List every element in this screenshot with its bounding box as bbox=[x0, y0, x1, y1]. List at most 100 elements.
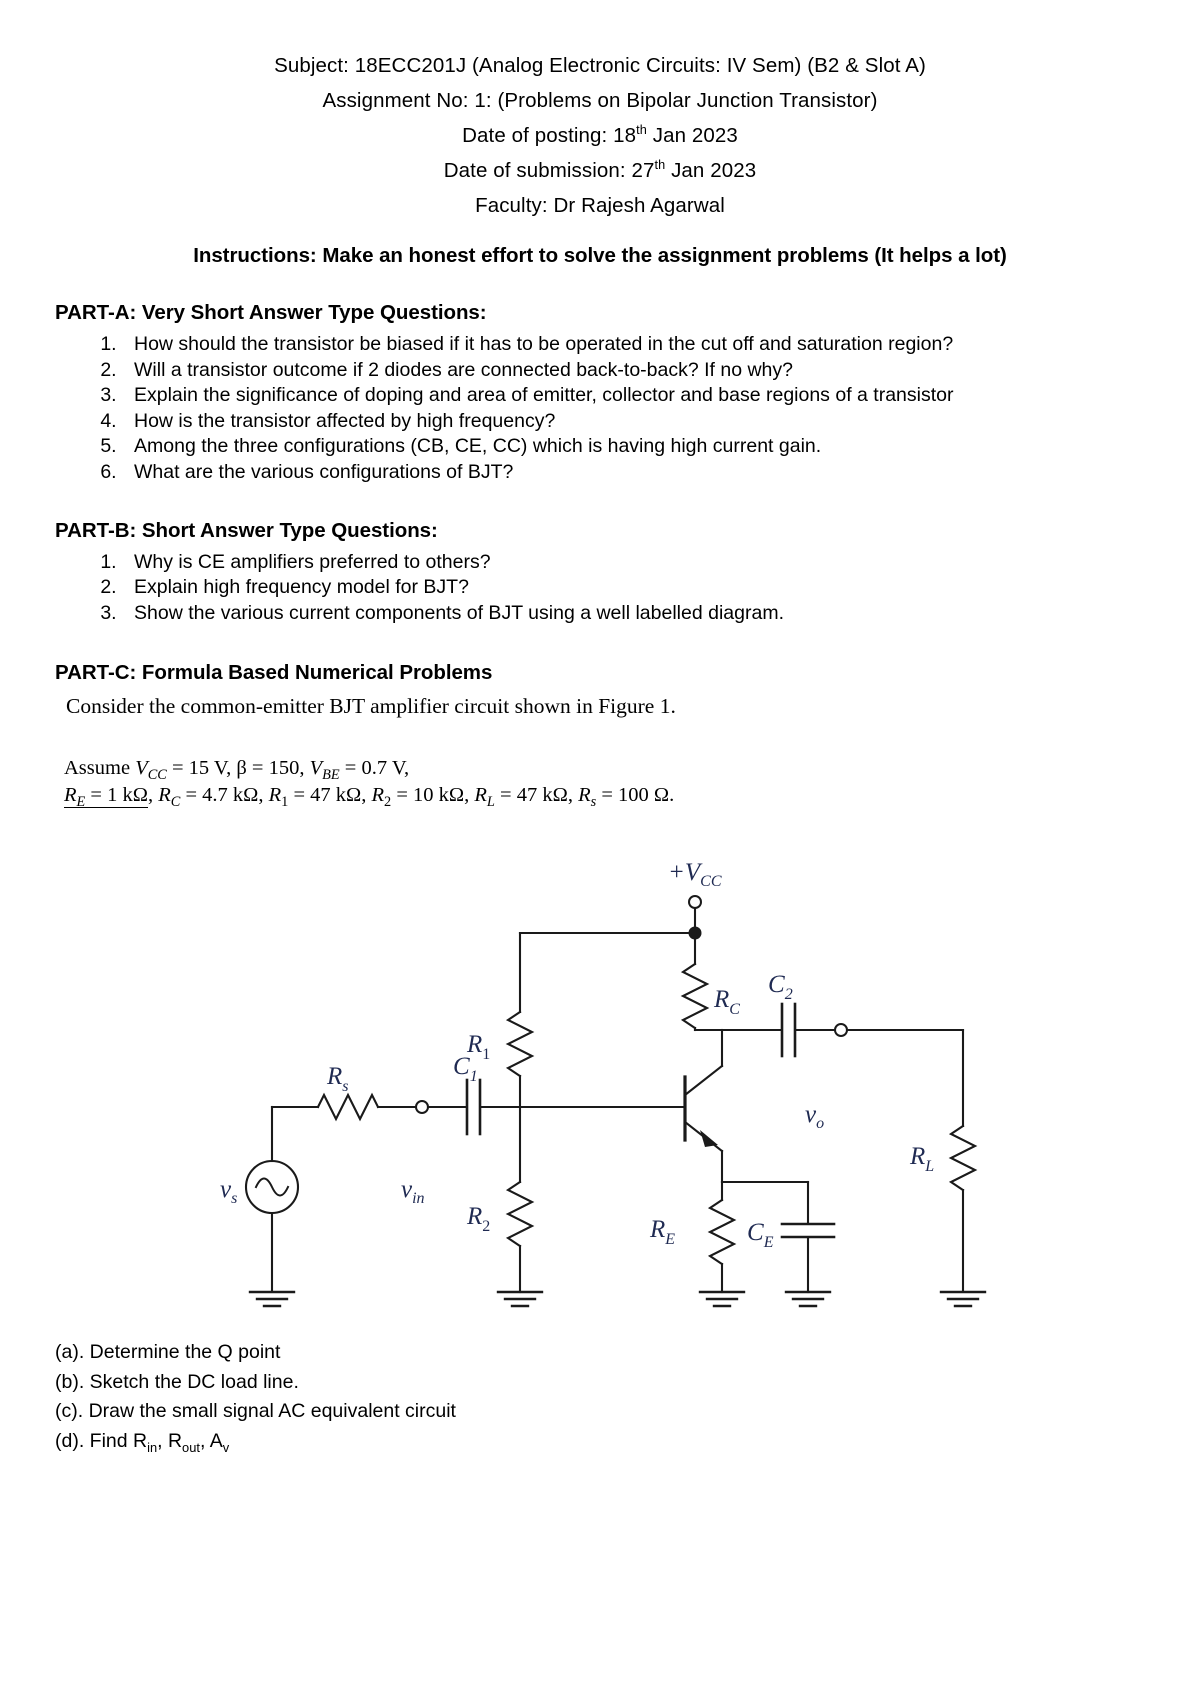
label-vin-sub: in bbox=[412, 1190, 424, 1207]
sub-d-mid2: , A bbox=[199, 1429, 223, 1452]
sub-question-d: (d). Find Rin, Rout, Av bbox=[55, 1427, 755, 1457]
assume-prefix: Assume bbox=[64, 757, 136, 780]
list-item: How is the transistor affected by high f… bbox=[122, 409, 1200, 435]
label-re-sub: E bbox=[664, 1231, 675, 1248]
document-header: Subject: 18ECC201J (Analog Electronic Ci… bbox=[0, 0, 1200, 268]
rc-resistor-zigzag bbox=[680, 962, 710, 1030]
label-rs: Rs bbox=[326, 1063, 349, 1095]
r1-value: = 47 kΩ bbox=[288, 784, 362, 807]
label-r2-sub: 2 bbox=[482, 1218, 490, 1235]
vin-terminal-node bbox=[415, 1100, 429, 1114]
posting-label: Date of posting: 18 bbox=[462, 124, 637, 147]
label-ce-sub: E bbox=[763, 1234, 774, 1251]
label-c2-main: C bbox=[768, 971, 785, 998]
re-subscript: E bbox=[76, 794, 86, 811]
sub-question-a: (a). Determine the Q point bbox=[55, 1341, 281, 1363]
label-vcc-sub: CC bbox=[700, 873, 722, 890]
label-rc-main: R bbox=[713, 986, 729, 1013]
list-item: Show the various current components of B… bbox=[122, 601, 1200, 627]
label-rs-main: R bbox=[326, 1063, 342, 1090]
re-value: = 1 kΩ bbox=[85, 784, 148, 807]
sub-d-sub-in: in bbox=[147, 1439, 158, 1455]
label-vo: vo bbox=[805, 1101, 824, 1132]
vcc-terminal-node bbox=[688, 895, 702, 909]
r1-resistor-zigzag bbox=[505, 1010, 535, 1078]
sep-3: , bbox=[361, 784, 372, 807]
sub-question-b: (b). Sketch the DC load line. bbox=[55, 1370, 299, 1393]
r2-value: = 10 kΩ bbox=[391, 784, 465, 807]
assignment-no-line: Assignment No: 1: (Problems on Bipolar J… bbox=[322, 89, 878, 112]
label-c1-sub: 1 bbox=[470, 1068, 478, 1085]
sub-d-sub-out: out bbox=[182, 1439, 200, 1455]
assume-second-line: RE = 1 kΩ, RC = 4.7 kΩ, R1 = 47 kΩ, R2 =… bbox=[64, 782, 1200, 811]
label-vin: vin bbox=[401, 1176, 425, 1207]
beta-value: β = 150, bbox=[236, 757, 310, 780]
label-rs-sub: s bbox=[342, 1078, 348, 1095]
posting-ordinal: th bbox=[636, 122, 647, 138]
vcc-value: = 15 V, bbox=[166, 757, 237, 780]
vbe-subscript: BE bbox=[322, 767, 340, 784]
posting-rest: Jan 2023 bbox=[646, 124, 738, 147]
label-vs-sub: s bbox=[231, 1190, 237, 1207]
rl-symbol: R bbox=[474, 784, 487, 807]
label-c1-main: C bbox=[453, 1053, 470, 1080]
submission-ordinal: th bbox=[654, 157, 666, 173]
list-item: Why is CE amplifiers preferred to others… bbox=[122, 550, 1200, 576]
rs-value: = 100 Ω. bbox=[596, 784, 675, 807]
ce-amplifier-circuit-figure: +VCC R1 R2 RC RE RL Rs C1 C2 CE vs vin v… bbox=[120, 852, 1080, 1322]
label-vs: vs bbox=[220, 1176, 237, 1207]
label-rl-sub: L bbox=[924, 1158, 934, 1175]
part-b-heading: PART-B: Short Answer Type Questions: bbox=[55, 518, 438, 542]
submission-rest: Jan 2023 bbox=[665, 159, 757, 182]
sep-4: , bbox=[464, 784, 475, 807]
re-underlined-term: RE = 1 kΩ bbox=[64, 784, 148, 811]
rc-symbol: R bbox=[158, 784, 171, 807]
r2-symbol: R bbox=[371, 784, 385, 807]
r2-resistor-zigzag bbox=[505, 1180, 535, 1248]
assignment-document-page: Subject: 18ECC201J (Analog Electronic Ci… bbox=[0, 0, 1200, 1697]
label-r2: R2 bbox=[466, 1203, 490, 1235]
part-c-assumptions: Assume VCC = 15 V, β = 150, VBE = 0.7 V,… bbox=[64, 755, 1200, 811]
part-b-question-list: Why is CE amplifiers preferred to others… bbox=[0, 550, 1200, 627]
part-c-heading: PART-C: Formula Based Numerical Problems bbox=[55, 661, 493, 685]
list-item: Explain the significance of doping and a… bbox=[122, 383, 1200, 409]
rl-resistor-zigzag bbox=[948, 1124, 978, 1192]
rl-value: = 47 kΩ bbox=[494, 784, 568, 807]
sub-question-c: (c). Draw the small signal AC equivalent… bbox=[55, 1400, 456, 1422]
part-a-question-list: How should the transistor be biased if i… bbox=[0, 332, 1200, 486]
instructions-line: Instructions: Make an honest effort to s… bbox=[193, 244, 1007, 267]
sub-d-mid1: , R bbox=[157, 1429, 183, 1452]
faculty-line: Faculty: Dr Rajesh Agarwal bbox=[475, 194, 725, 217]
vbe-value: = 0.7 V, bbox=[339, 757, 410, 780]
label-rc-sub: C bbox=[729, 1001, 740, 1018]
date-of-submission-line: Date of submission: 27th Jan 2023 bbox=[0, 153, 1200, 188]
rc-subscript: C bbox=[170, 794, 181, 811]
part-c-sub-questions: (a). Determine the Q point (b). Sketch t… bbox=[55, 1338, 755, 1456]
label-vcc-main: +V bbox=[668, 859, 703, 886]
rs-symbol: R bbox=[578, 784, 591, 807]
label-c2-sub: 2 bbox=[785, 986, 793, 1003]
re-symbol: R bbox=[64, 784, 77, 807]
circuit-diagram-svg: +VCC R1 R2 RC RE RL Rs C1 C2 CE vs vin v… bbox=[220, 859, 987, 1308]
sub-d-sub-v: v bbox=[222, 1439, 230, 1455]
vo-terminal-node bbox=[834, 1023, 848, 1037]
label-rl-main: R bbox=[909, 1143, 925, 1170]
subject-line: Subject: 18ECC201J (Analog Electronic Ci… bbox=[274, 54, 926, 77]
list-item: Will a transistor outcome if 2 diodes ar… bbox=[122, 358, 1200, 384]
vbe-symbol: V bbox=[309, 757, 323, 780]
label-ce-main: C bbox=[747, 1219, 764, 1246]
label-c2: C2 bbox=[768, 971, 793, 1003]
date-of-posting-line: Date of posting: 18th Jan 2023 bbox=[0, 118, 1200, 153]
re-resistor-zigzag bbox=[707, 1198, 737, 1266]
vcc-symbol: V bbox=[135, 757, 148, 780]
label-vo-sub: o bbox=[816, 1115, 824, 1132]
rc-value: = 4.7 kΩ bbox=[180, 784, 259, 807]
label-re: RE bbox=[649, 1216, 675, 1248]
transistor-emitter-arrow bbox=[700, 1130, 718, 1147]
part-c-intro-text: Consider the common-emitter BJT amplifie… bbox=[66, 694, 676, 719]
submission-label: Date of submission: 27 bbox=[443, 159, 655, 182]
label-vcc: +VCC bbox=[668, 859, 722, 890]
vcc-subscript: CC bbox=[147, 767, 167, 784]
label-r2-main: R bbox=[466, 1203, 482, 1230]
list-item: What are the various configurations of B… bbox=[122, 460, 1200, 486]
